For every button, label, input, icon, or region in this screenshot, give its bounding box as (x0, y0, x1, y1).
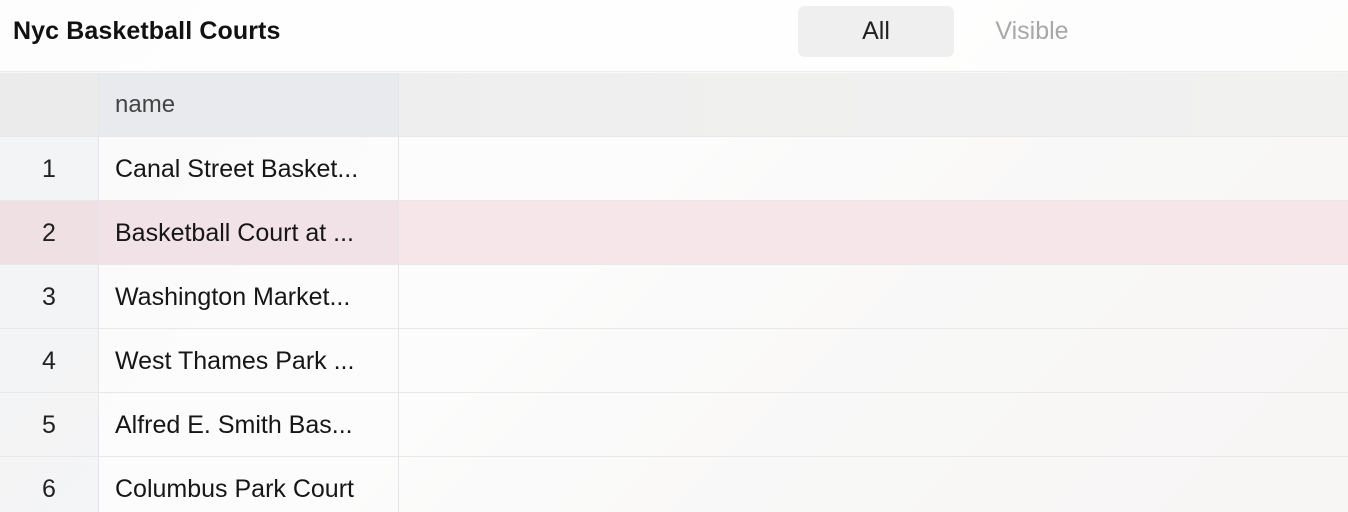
name-cell[interactable]: Washington Market... (99, 265, 399, 328)
row-index: 1 (0, 137, 99, 200)
tab-visible[interactable]: Visible (954, 6, 1110, 57)
table-row[interactable]: 3 Washington Market... (0, 265, 1348, 329)
table-row[interactable]: 5 Alfred E. Smith Bas... (0, 393, 1348, 457)
table-header-row: name (0, 73, 1348, 137)
header-bar: Nyc Basketball Courts All Visible (0, 0, 1348, 72)
row-index: 2 (0, 201, 99, 264)
name-cell[interactable]: West Thames Park ... (99, 329, 399, 392)
table-row[interactable]: 6 Columbus Park Court (0, 457, 1348, 512)
name-cell[interactable]: Columbus Park Court (99, 457, 399, 512)
name-cell[interactable]: Alfred E. Smith Bas... (99, 393, 399, 456)
row-index: 6 (0, 457, 99, 512)
tab-all[interactable]: All (798, 6, 954, 57)
table-row-highlighted[interactable]: 2 Basketball Court at ... (0, 201, 1348, 265)
name-cell[interactable]: Canal Street Basket... (99, 137, 399, 200)
name-cell[interactable]: Basketball Court at ... (99, 201, 399, 264)
name-column-header[interactable]: name (99, 73, 399, 136)
index-column-header (0, 73, 99, 136)
table-row[interactable]: 4 West Thames Park ... (0, 329, 1348, 393)
table-row[interactable]: 1 Canal Street Basket... (0, 137, 1348, 201)
data-table: name 1 Canal Street Basket... 2 Basketba… (0, 73, 1348, 512)
row-index: 3 (0, 265, 99, 328)
row-index: 5 (0, 393, 99, 456)
row-index: 4 (0, 329, 99, 392)
page-title: Nyc Basketball Courts (13, 17, 281, 45)
